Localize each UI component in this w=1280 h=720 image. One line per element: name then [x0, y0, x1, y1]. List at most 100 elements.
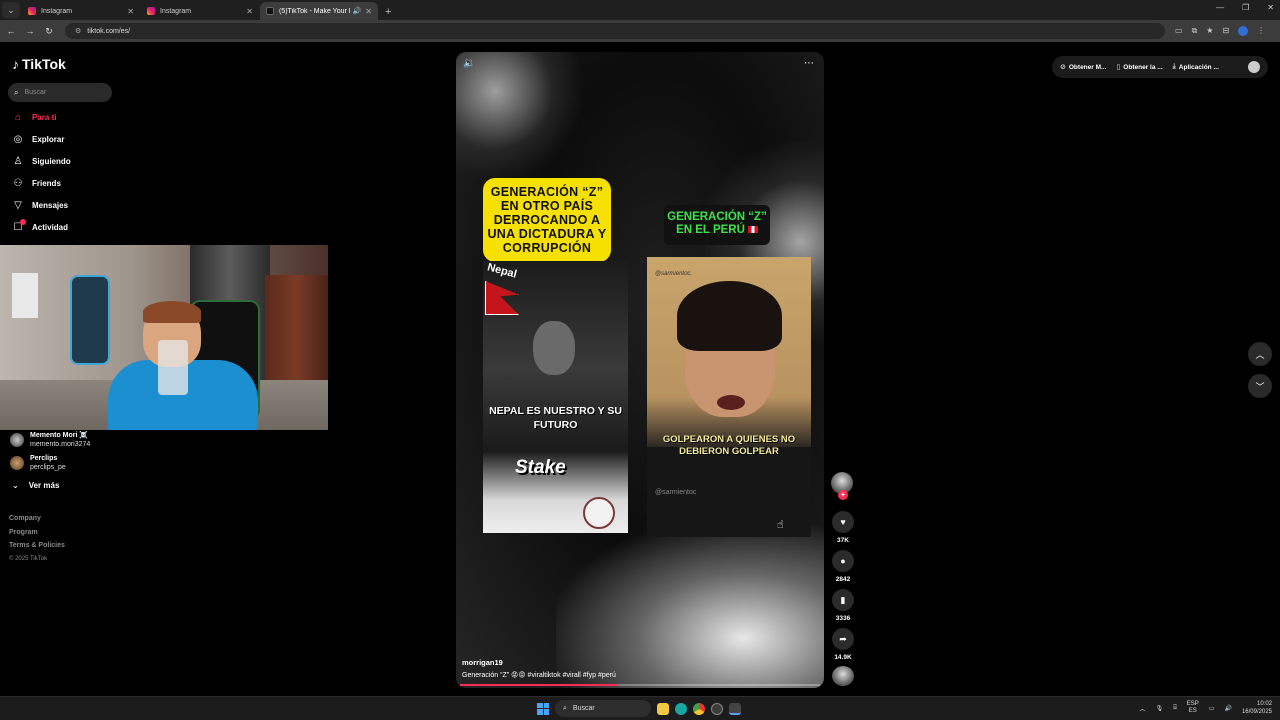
close-window-icon[interactable]: ✕ [1267, 3, 1274, 12]
cam-person-hair [143, 301, 201, 323]
footer-program[interactable]: Program [9, 526, 65, 540]
more-options-icon[interactable]: ⋯ [804, 58, 814, 69]
profile-icon[interactable] [1238, 26, 1249, 36]
menu-icon[interactable]: ⋮ [1257, 26, 1265, 36]
clock[interactable]: 10:02 16/09/2025 [1242, 700, 1272, 716]
url-field[interactable]: ⚙ tiktok.com/es/ [65, 23, 1165, 39]
nav-explorar[interactable]: ◎ Explorar [12, 134, 65, 145]
search-input[interactable]: ⌕ Buscar [8, 83, 112, 102]
avatar [10, 456, 24, 470]
share-button[interactable]: ➦ [832, 628, 854, 650]
browser-tab-3[interactable]: (5)TikTok - Make Your Day 🔊 ✕ [260, 2, 378, 20]
comment-button[interactable]: ● [832, 550, 854, 572]
chevron-up-icon[interactable]: ︿ [1140, 704, 1146, 713]
language-indicator[interactable]: ESP ES [1187, 701, 1199, 715]
video-author[interactable]: morrigan19 [462, 658, 503, 667]
file-explorer-icon[interactable] [657, 702, 669, 715]
speaker-icon[interactable]: 🔊 [353, 7, 362, 15]
user-avatar[interactable] [1248, 61, 1260, 73]
save-button[interactable]: ▮ [832, 589, 854, 611]
footer-company[interactable]: Company [9, 512, 65, 526]
maximize-icon[interactable]: ❐ [1242, 3, 1249, 12]
share-count: 14.9K [834, 654, 852, 661]
clock-time: 10:02 [1256, 701, 1272, 707]
extensions-icon[interactable]: ⊟ [1222, 26, 1229, 36]
tiktok-note-icon: ♪ [12, 56, 19, 72]
desktop-app-pill[interactable]: ⤓ Aplicación ... [1173, 63, 1219, 71]
taskbar-search[interactable]: ⌕ Buscar [555, 700, 651, 717]
new-tab-icon[interactable]: + [385, 6, 391, 18]
following-account-2[interactable]: Perclips perclips_pe [10, 454, 66, 472]
edge-icon[interactable] [675, 702, 687, 715]
site-info-icon[interactable]: ⚙ [75, 27, 81, 35]
bookmark-star-icon[interactable]: ★ [1206, 26, 1213, 36]
left-banner: GENERACIÓN “Z” EN OTRO PAÍS DERROCANDO A… [483, 178, 611, 262]
ver-mas-label: Ver más [28, 481, 60, 490]
phone-icon: ▯ [1116, 64, 1121, 71]
chrome-icon[interactable] [693, 702, 705, 715]
left-clip: Nepal NEPAL ES NUESTRO Y SU FUTURO Stake [483, 261, 628, 533]
like-count: 37K [837, 537, 849, 544]
network-icon[interactable]: ⌸ [1173, 705, 1177, 712]
sound-disc-avatar[interactable] [832, 666, 854, 686]
nav-actividad[interactable]: ☐ Actividad [12, 219, 69, 233]
comment-icon: ● [840, 556, 846, 566]
tab-title: Instagram [160, 7, 192, 15]
top-action-pills: ⊘ Obtener M... ▯ Obtener la ... ⤓ Aplica… [1052, 56, 1268, 78]
monitor-icon[interactable]: ▭ [1209, 705, 1215, 712]
chevron-down-icon: ﹀ [1255, 381, 1265, 392]
close-tab-icon[interactable]: ✕ [246, 7, 253, 16]
tiktok-logo[interactable]: ♪ TikTok [12, 56, 66, 72]
cast-icon[interactable]: ▭ [1175, 26, 1183, 36]
notification-badge [20, 219, 26, 225]
cam-cup [158, 340, 188, 395]
browser-tab-1[interactable]: Instagram ✕ [22, 2, 140, 20]
like-button[interactable]: ♥ [832, 511, 854, 533]
footer-terms[interactable]: Terms & Policies [9, 539, 65, 553]
get-app-pill[interactable]: ▯ Obtener la ... [1116, 63, 1162, 72]
peru-flag-icon [747, 226, 758, 234]
account-name: Perclips [30, 455, 58, 462]
tab-search-icon[interactable]: ⌄ [2, 2, 20, 18]
microphone-icon[interactable]: 🎙 [1156, 705, 1164, 712]
following-account-1[interactable]: Memento Mori ☠️ memento.mori3274 [10, 431, 90, 449]
nav-label: Mensajes [32, 201, 69, 210]
bookmark-icon: ▮ [840, 594, 846, 605]
instagram-icon [28, 7, 36, 15]
nav-label: Para ti [32, 113, 57, 122]
friends-icon: ⚇ [13, 178, 23, 189]
nav-para-ti[interactable]: ⌂ Para ti [12, 112, 57, 123]
video-player[interactable]: 🔉 ⋯ GENERACIÓN “Z” EN OTRO PAÍS DERROCAN… [456, 52, 824, 688]
taskbar-apps: ⌕ Buscar [537, 700, 741, 717]
follow-plus-icon[interactable]: + [838, 490, 848, 500]
next-video-button[interactable]: ﹀ [1248, 374, 1272, 398]
ver-mas-button[interactable]: ⌄ Ver más [12, 481, 59, 490]
back-icon[interactable]: ← [3, 26, 19, 36]
obs-icon[interactable] [711, 702, 723, 715]
search-icon: ⌕ [563, 704, 567, 712]
lang-code: ESP [1186, 701, 1199, 707]
nav-label: Actividad [32, 223, 69, 232]
copyright: © 2025 TikTok [9, 555, 48, 562]
nav-mensajes[interactable]: ▽ Mensajes [12, 200, 68, 211]
browser-tab-2[interactable]: Instagram ✕ [141, 2, 259, 20]
previous-video-button[interactable]: ︿ [1248, 342, 1272, 366]
minimize-icon[interactable]: — [1216, 3, 1224, 12]
windows-start-icon[interactable] [537, 702, 549, 715]
nepal-flag-icon [485, 281, 519, 315]
heart-icon: ♥ [840, 517, 846, 527]
video-description: Generación “Z” 😡😡 #viraltiktok #virall #… [462, 672, 616, 679]
close-tab-icon[interactable]: ✕ [365, 7, 372, 16]
forward-icon[interactable]: → [22, 26, 38, 36]
nav-friends[interactable]: ⚇ Friends [12, 178, 61, 189]
nav-siguiendo[interactable]: ♙ Siguiendo [12, 156, 71, 167]
translate-icon[interactable]: ⧉ [1192, 26, 1198, 36]
volume-icon[interactable]: 🔉 [463, 58, 475, 69]
video-progress-bar[interactable] [460, 684, 820, 686]
volume-icon[interactable]: 🔊 [1224, 705, 1231, 712]
reload-icon[interactable]: ↻ [41, 26, 57, 37]
get-coins-pill[interactable]: ⊘ Obtener M... [1060, 63, 1106, 72]
close-tab-icon[interactable]: ✕ [127, 7, 134, 16]
footer-links: Company Program Terms & Policies © 2025 … [9, 512, 65, 566]
tiktok-app-icon[interactable] [729, 702, 741, 715]
